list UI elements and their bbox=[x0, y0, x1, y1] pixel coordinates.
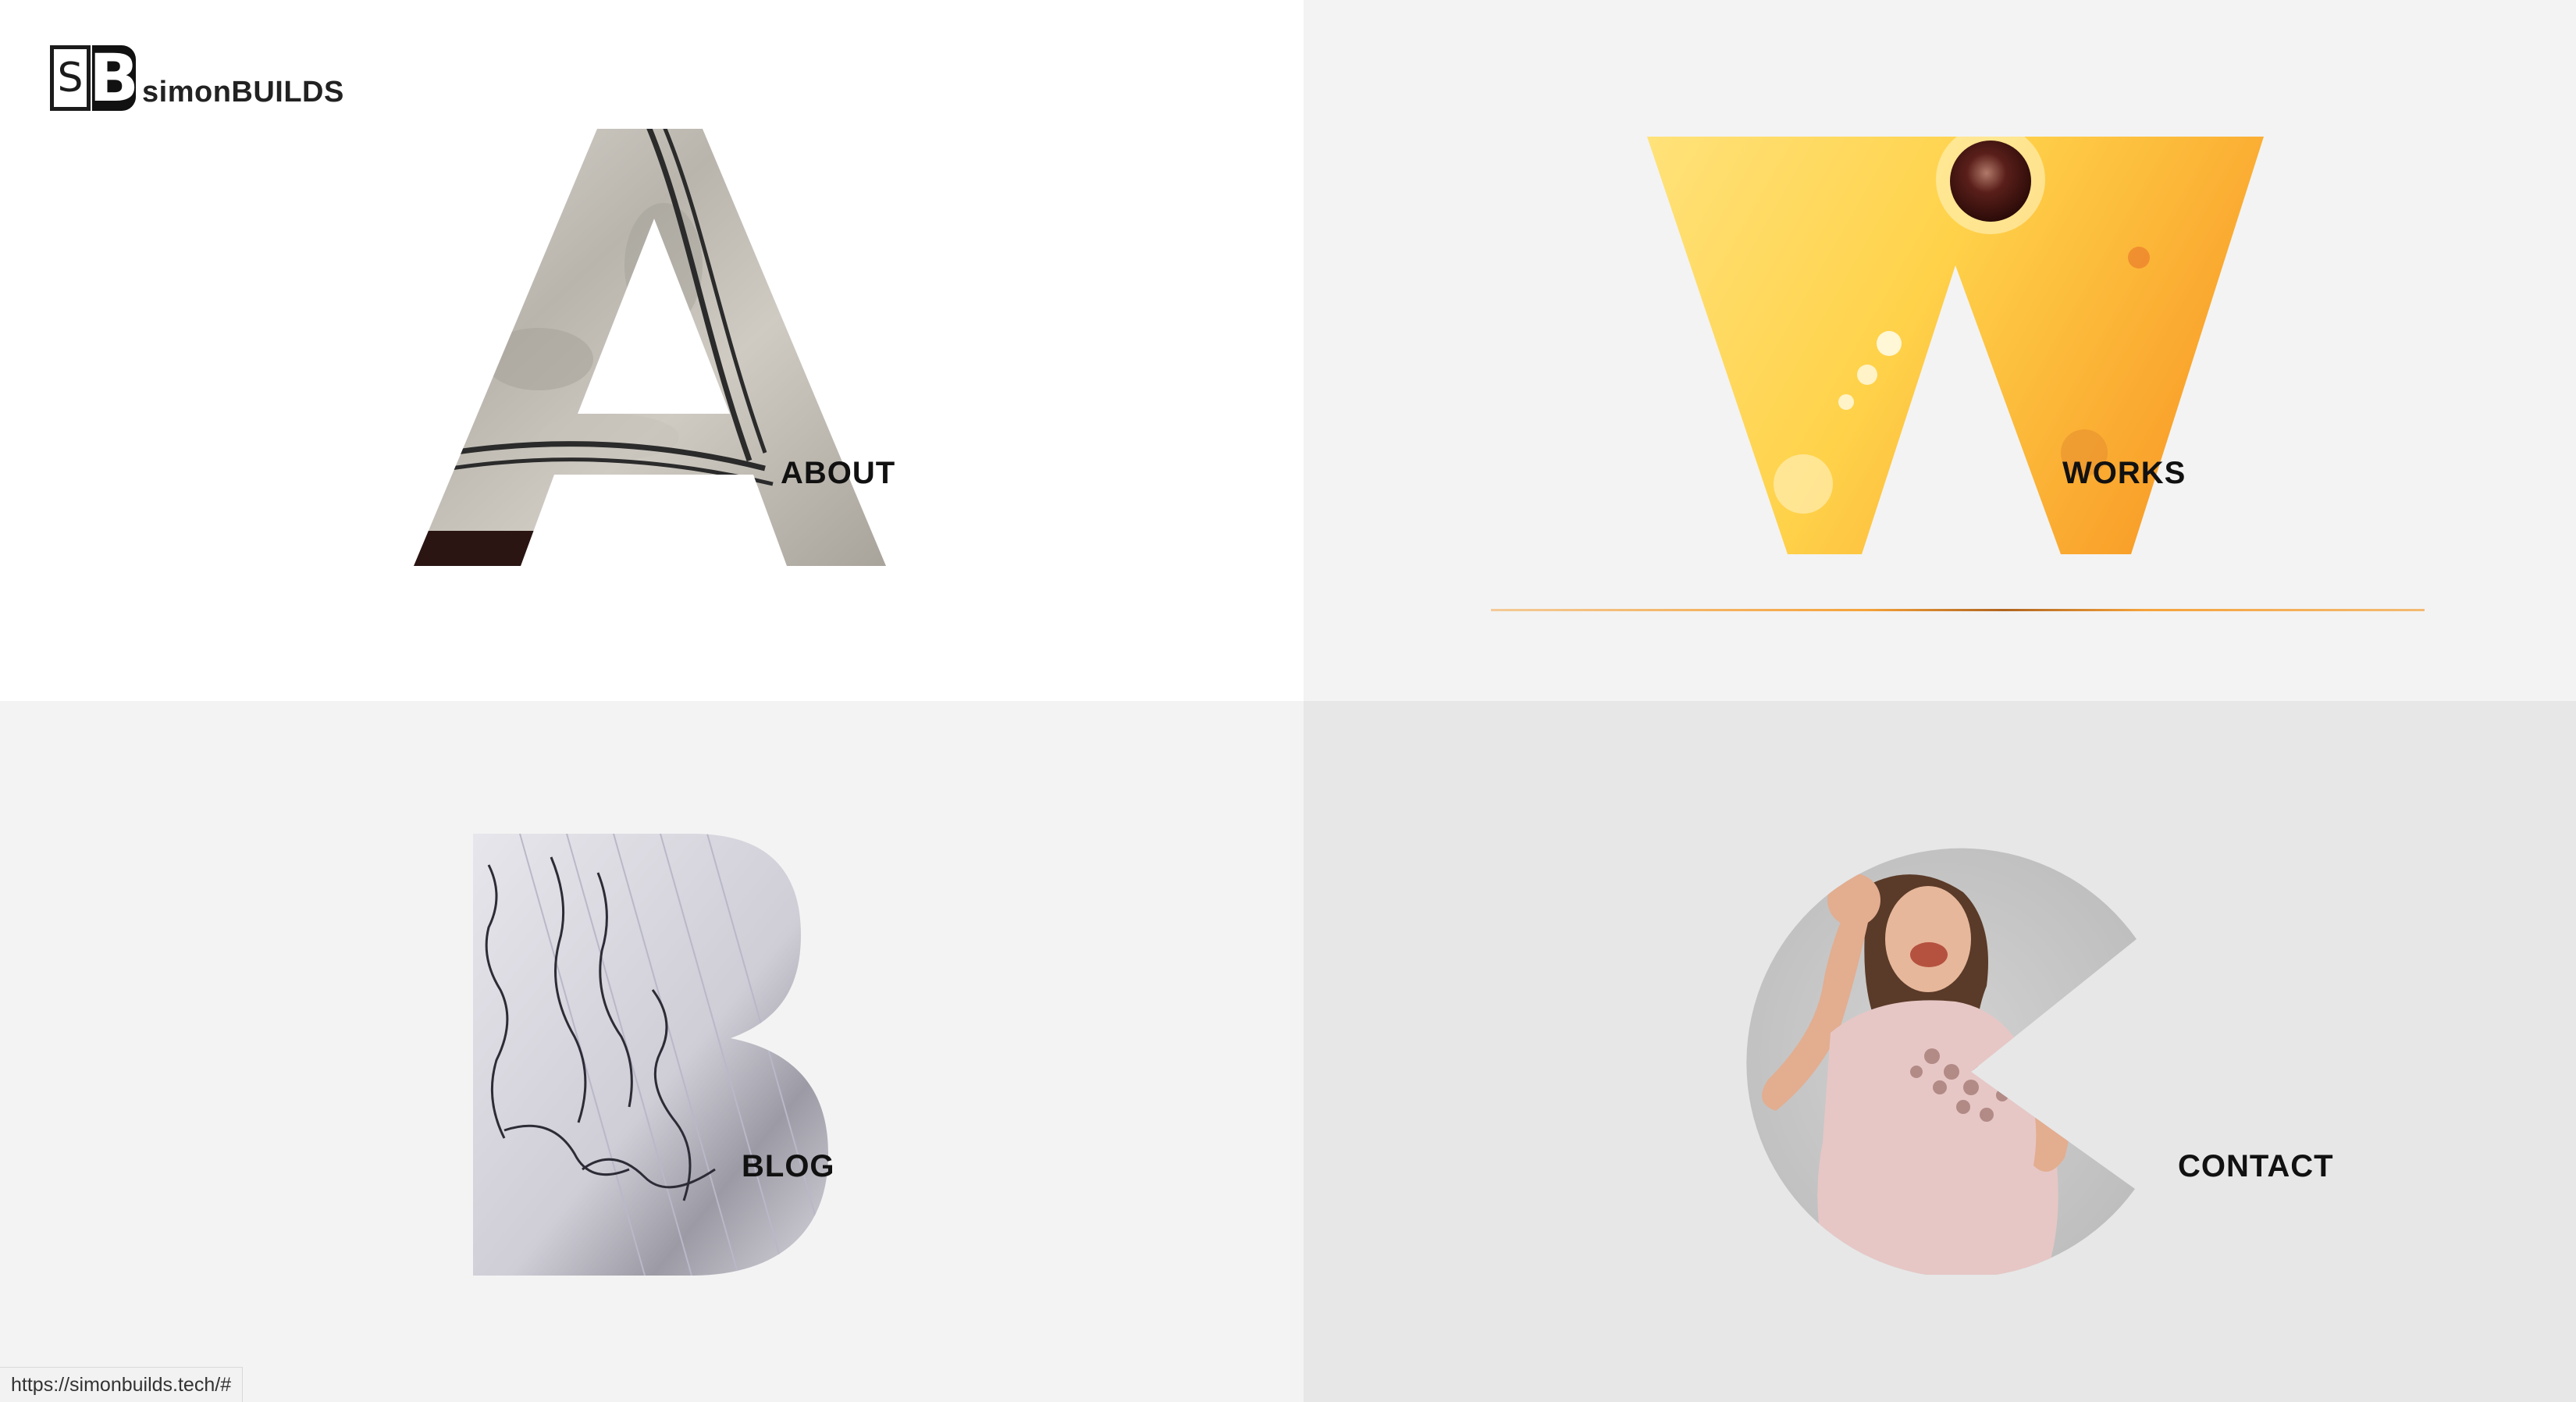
status-bar-url: https://simonbuilds.tech/# bbox=[0, 1367, 244, 1402]
brand-logo[interactable]: S B simonBUILDS bbox=[50, 39, 344, 111]
nav-blog-link[interactable]: BLOG bbox=[742, 1149, 835, 1184]
about-panel[interactable]: S B simonBUILDS ABOUT bbox=[0, 0, 1304, 701]
letter-b-icon[interactable] bbox=[473, 834, 832, 1276]
works-panel[interactable]: WORKS bbox=[1304, 0, 2576, 701]
blog-panel[interactable]: BLOG bbox=[0, 701, 1304, 1402]
nav-about-link[interactable]: ABOUT bbox=[781, 456, 895, 491]
contact-panel[interactable]: CONTACT bbox=[1304, 701, 2576, 1402]
letter-w-icon[interactable] bbox=[1647, 133, 2272, 570]
logo-b-mark: B bbox=[88, 40, 140, 116]
letter-a-icon[interactable] bbox=[406, 125, 890, 570]
status-url-text: https://simonbuilds.tech/# bbox=[11, 1373, 232, 1396]
letter-c-icon[interactable] bbox=[1737, 838, 2143, 1275]
nav-works-link[interactable]: WORKS bbox=[2062, 456, 2186, 491]
logo-s-mark: S bbox=[50, 45, 91, 111]
works-orange-underline bbox=[1491, 609, 2425, 611]
brand-name: simonBUILDS bbox=[142, 76, 344, 109]
nav-contact-link[interactable]: CONTACT bbox=[2178, 1149, 2334, 1184]
